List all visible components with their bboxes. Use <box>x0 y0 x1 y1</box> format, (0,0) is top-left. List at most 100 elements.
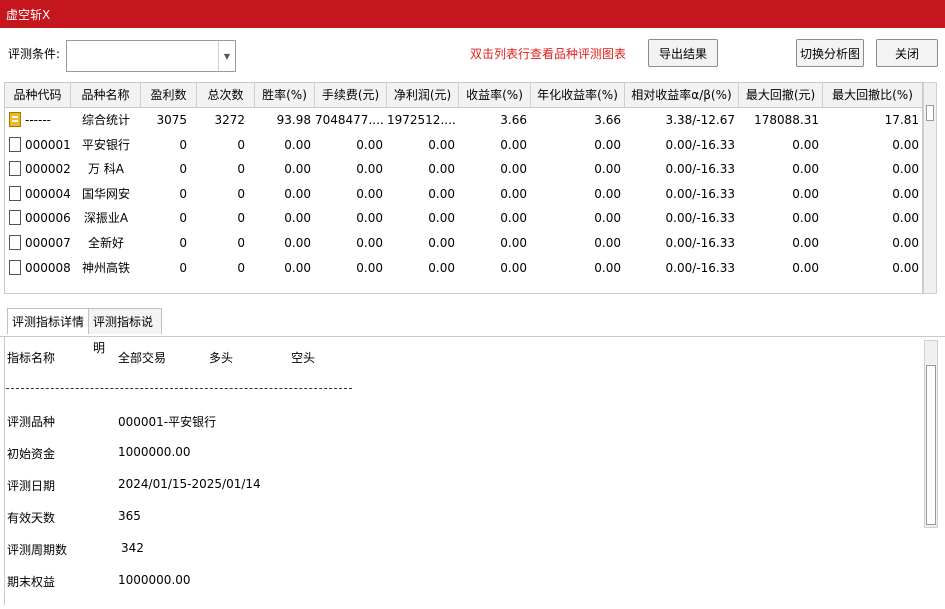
table-header: 品种代码 品种名称 盈利数 总次数 胜率(%) 手续费(元) 净利润(元) 收益… <box>5 83 922 108</box>
doc-icon <box>9 210 21 226</box>
close-button[interactable]: 关闭 <box>876 39 938 67</box>
detail-value: 342 <box>121 541 144 555</box>
col-header-name[interactable]: 品种名称 <box>71 83 141 107</box>
col-header-fee[interactable]: 手续费(元) <box>315 83 387 107</box>
cell-winrate: 93.98 <box>276 113 311 127</box>
detail-tabs: 评测指标详情 评测指标说明 <box>0 306 945 355</box>
col-header-winrate[interactable]: 胜率(%) <box>255 83 315 107</box>
tab-indicator-detail[interactable]: 评测指标详情 <box>7 308 89 334</box>
cell-winrate: 0.00 <box>284 236 311 250</box>
cell-profit: 0.00 <box>428 211 455 226</box>
detail-value: 000001-平安银行 <box>118 415 217 429</box>
cell-fee: 0.00 <box>356 162 383 177</box>
detail-value: 2024/01/15-2025/01/14 <box>118 477 261 491</box>
cell-code: 000006 <box>25 211 71 226</box>
cell-total: 0 <box>237 211 245 226</box>
cell-wins: 0 <box>179 260 187 275</box>
cell-name: 万 科A <box>87 162 125 177</box>
cell-profit: 1972512.... <box>387 113 456 127</box>
detail-col-long: 多头 <box>209 351 234 365</box>
cell-return: 0.00 <box>500 162 527 177</box>
tab-indicator-description[interactable]: 评测指标说明 <box>88 308 162 355</box>
table-row[interactable]: 000002 万 科A 0 0 0.00 0.00 0.00 0.00 0.00 0.00/-16… <box>5 157 922 182</box>
table-row[interactable]: 000004 国华网安 0 0 0.00 0.00 0.00 0.00 0.00 0.00/-16… <box>5 182 922 207</box>
table-scrollbar[interactable] <box>923 82 937 294</box>
doc-icon <box>9 235 21 250</box>
detail-col-short: 空头 <box>291 351 316 365</box>
cell-return: 0.00 <box>500 211 527 226</box>
cell-total: 0 <box>237 137 245 152</box>
cell-relative-return: 0.00/-16.33 <box>665 186 735 201</box>
chevron-down-icon[interactable]: ▼ <box>218 41 235 71</box>
detail-scrollbar[interactable] <box>924 340 938 528</box>
cell-total: 0 <box>237 236 245 250</box>
col-header-total[interactable]: 总次数 <box>197 83 255 107</box>
cell-winrate: 0.00 <box>284 211 311 226</box>
col-header-annual-return[interactable]: 年化收益率(%) <box>531 83 625 107</box>
cell-profit: 0.00 <box>428 236 455 250</box>
table-row[interactable]: ------ 综合统计 3075 3272 93.98 7048477.... 197251… <box>5 108 922 133</box>
separator-line <box>6 388 352 389</box>
cell-max-drawdown: 0.00 <box>792 211 819 226</box>
col-header-return[interactable]: 收益率(%) <box>459 83 531 107</box>
condition-select[interactable]: ▼ <box>66 40 236 72</box>
cell-wins: 0 <box>179 162 187 177</box>
cell-profit: 0.00 <box>428 162 455 177</box>
detail-value: 365 <box>118 509 141 523</box>
cell-fee: 7048477.... <box>315 113 384 127</box>
col-header-relative-return[interactable]: 相对收益率α/β(%) <box>625 83 739 107</box>
cell-wins: 0 <box>179 186 187 201</box>
detail-panel: 指标名称 全部交易 多头 空头 评测品种 000001-平安银行 初始资金 10… <box>4 337 923 605</box>
cell-annual-return: 0.00 <box>594 260 621 275</box>
cell-relative-return: 0.00/-16.33 <box>665 260 735 275</box>
cell-name: 平安银行 <box>81 137 130 152</box>
switch-chart-button[interactable]: 切换分析图 <box>796 39 864 67</box>
cell-max-drawdown: 0.00 <box>792 186 819 201</box>
col-header-code[interactable]: 品种代码 <box>5 83 71 107</box>
detail-label: 评测周期数 <box>7 543 68 557</box>
cell-total: 3272 <box>214 113 245 127</box>
cell-code: 000007 <box>25 236 71 250</box>
cell-max-drawdown-ratio: 0.00 <box>892 236 919 250</box>
results-table[interactable]: 品种代码 品种名称 盈利数 总次数 胜率(%) 手续费(元) 净利润(元) 收益… <box>4 82 923 294</box>
cell-relative-return: 3.38/-12.67 <box>665 113 735 127</box>
cell-max-drawdown-ratio: 0.00 <box>892 211 919 226</box>
cell-winrate: 0.00 <box>284 260 311 275</box>
doc-icon <box>9 259 21 275</box>
cell-max-drawdown-ratio: 17.81 <box>884 113 919 127</box>
table-row[interactable]: 000007 全新好 0 0 0.00 0.00 0.00 0.00 0.00 0.00/-16.… <box>5 231 922 256</box>
detail-label: 初始资金 <box>7 447 56 461</box>
detail-value: 1000000.00 <box>118 445 191 459</box>
cell-total: 0 <box>237 162 245 177</box>
cell-fee: 0.00 <box>356 236 383 250</box>
table-row[interactable]: 000001 平安银行 0 0 0.00 0.00 0.00 0.00 0.00 0.00/-16… <box>5 133 922 158</box>
col-header-wins[interactable]: 盈利数 <box>141 83 197 107</box>
cell-profit: 0.00 <box>428 186 455 201</box>
cell-return: 0.00 <box>500 137 527 152</box>
col-header-max-drawdown[interactable]: 最大回撤(元) <box>739 83 823 107</box>
table-row[interactable]: 000008 神州高铁 0 0 0.00 0.00 0.00 0.00 0.00 0.00/-16… <box>5 256 922 281</box>
cell-return: 3.66 <box>500 113 527 127</box>
cell-name: 国华网安 <box>81 186 130 201</box>
cell-profit: 0.00 <box>428 260 455 275</box>
cell-fee: 0.00 <box>356 211 383 226</box>
detail-label: 评测日期 <box>7 479 56 493</box>
table-scroll-thumb[interactable] <box>926 105 934 121</box>
cell-name: 全新好 <box>87 236 124 250</box>
export-button[interactable]: 导出结果 <box>648 39 718 67</box>
table-row[interactable]: 000006 深振业A 0 0 0.00 0.00 0.00 0.00 0.00 0.00/-16… <box>5 206 922 231</box>
detail-label: 评测品种 <box>7 415 56 429</box>
col-header-max-drawdown-ratio[interactable]: 最大回撤比(%) <box>823 83 922 107</box>
cell-relative-return: 0.00/-16.33 <box>665 137 735 152</box>
cell-name: 综合统计 <box>81 113 130 127</box>
col-header-profit[interactable]: 净利润(元) <box>387 83 459 107</box>
cell-max-drawdown: 0.00 <box>792 162 819 177</box>
detail-scroll-thumb[interactable] <box>926 365 936 525</box>
doc-icon <box>9 161 21 177</box>
cell-fee: 0.00 <box>356 186 383 201</box>
cell-return: 0.00 <box>500 260 527 275</box>
cell-code: ------ <box>25 113 51 127</box>
cell-max-drawdown: 0.00 <box>792 236 819 250</box>
cell-profit: 0.00 <box>428 137 455 152</box>
doc-icon <box>9 136 21 152</box>
